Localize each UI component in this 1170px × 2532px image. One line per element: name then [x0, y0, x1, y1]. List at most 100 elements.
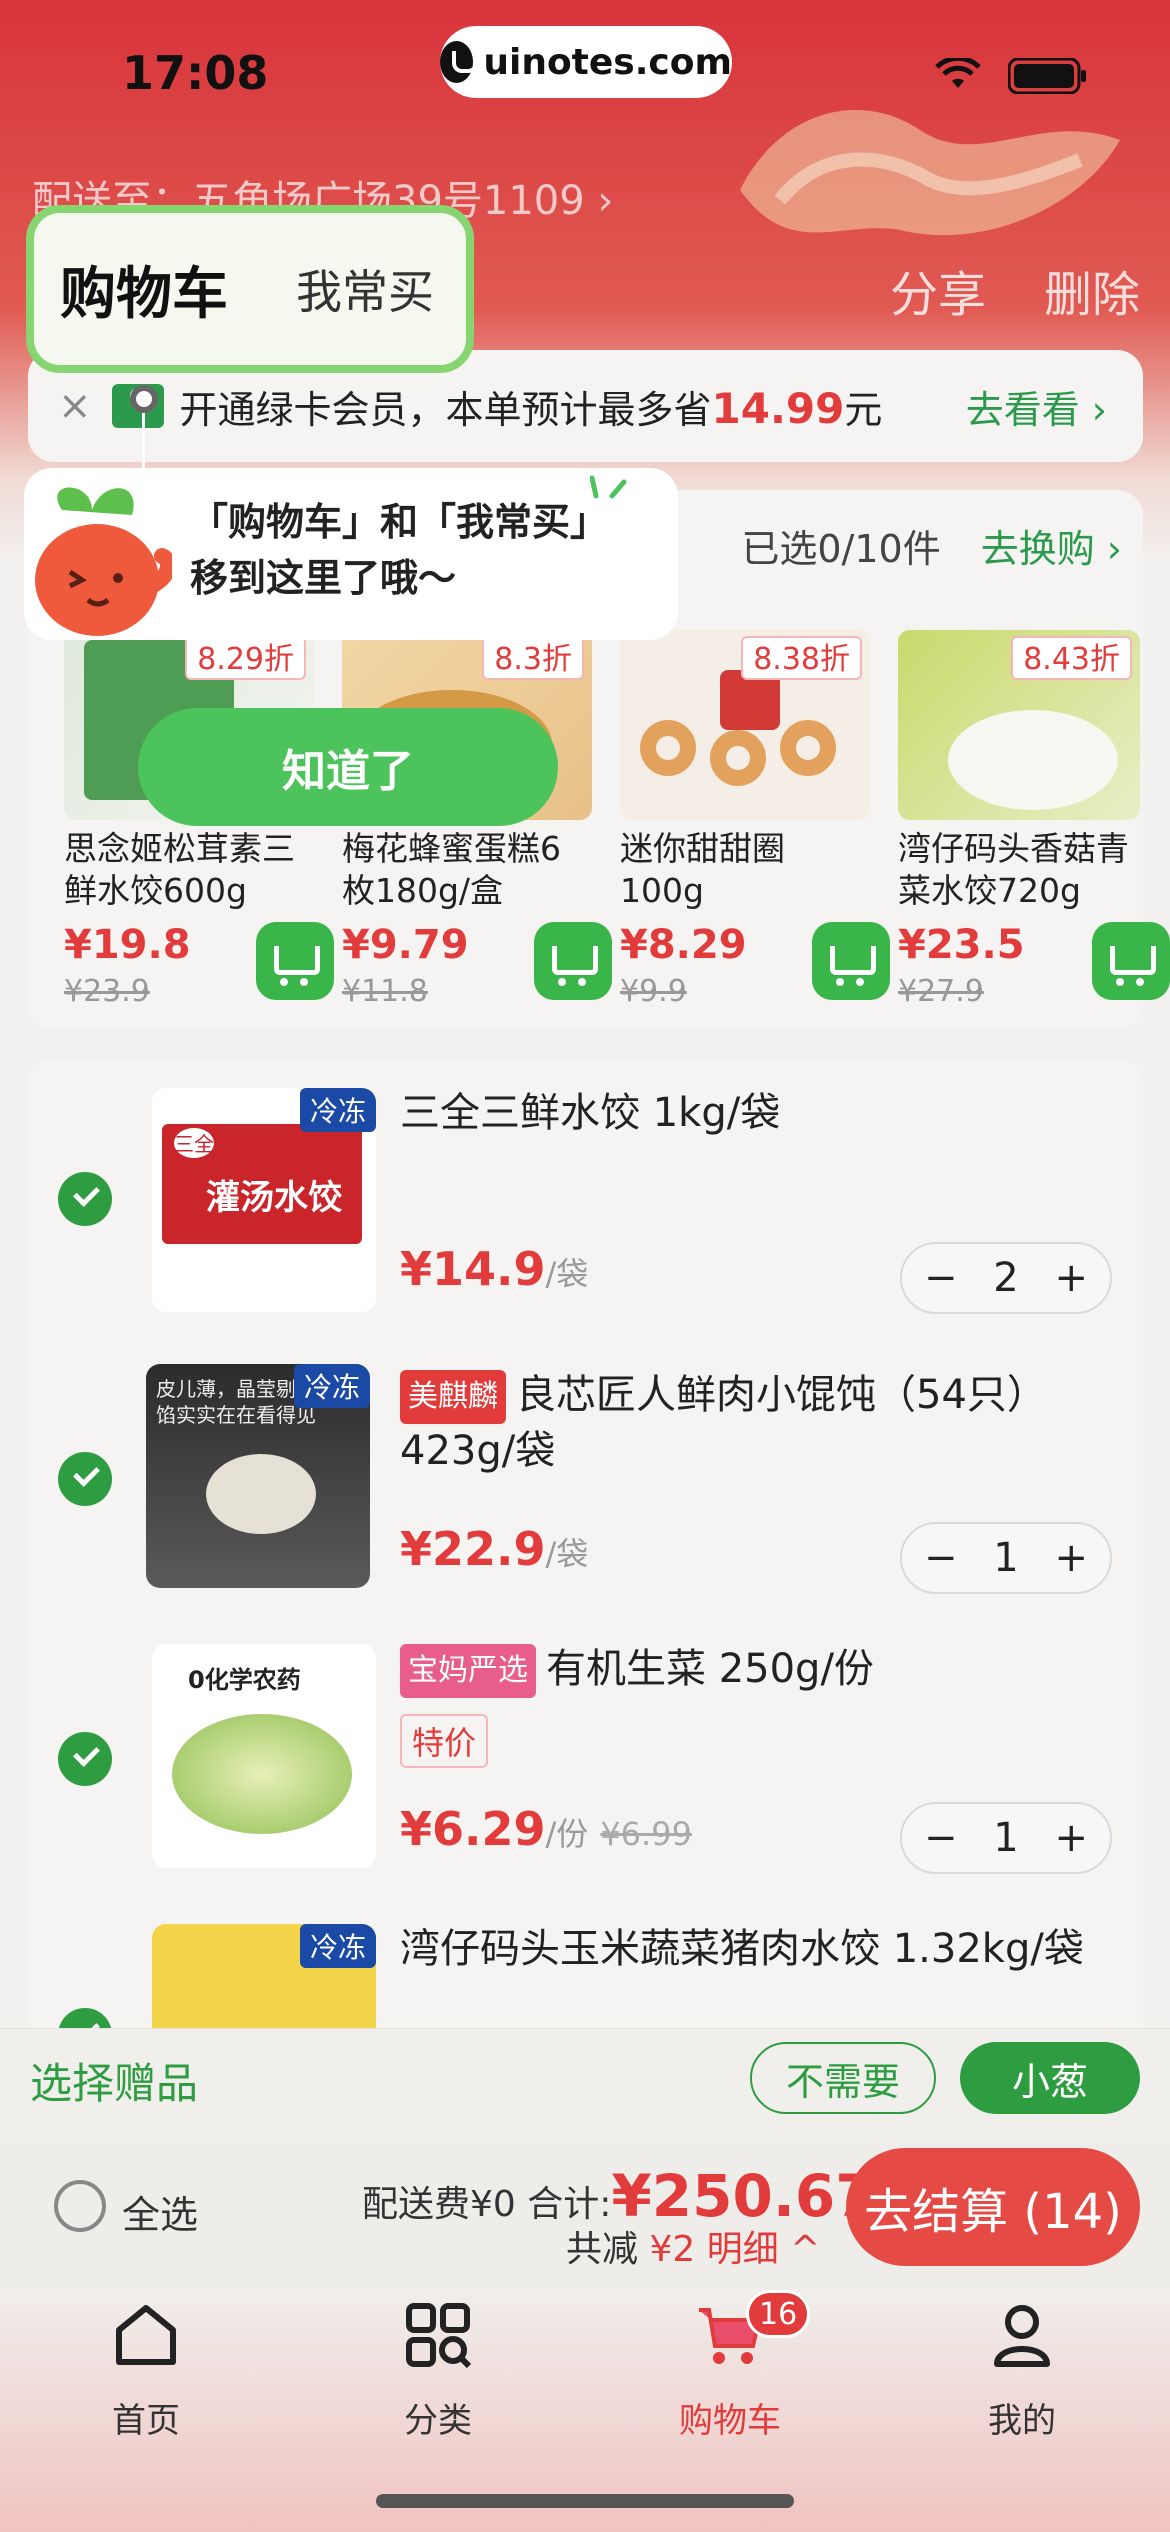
home-indicator: [376, 2494, 794, 2508]
no-gift-button[interactable]: 不需要: [750, 2042, 936, 2114]
discount-tag: 8.38折: [741, 636, 862, 680]
profile-icon: [994, 2305, 1050, 2367]
cart-item[interactable]: 皮儿薄，晶莹剔透 肉馅实实在在看得见 冷冻 美麒麟 良芯匠人鲜肉小馄饨（54只）4…: [28, 1338, 1143, 1618]
frozen-badge: 冷冻: [299, 1088, 376, 1132]
tab-label: 我的: [988, 2401, 1056, 2441]
tab-frequently-bought[interactable]: 我常买: [296, 256, 434, 322]
product-name: 梅花蜂蜜蛋糕6枚180g/盒: [342, 829, 561, 910]
add-to-cart-icon[interactable]: [534, 922, 612, 1000]
thumb-caption-text: 0化学农药: [188, 1666, 301, 1694]
cart-item[interactable]: 0化学农药 宝妈严选 有机生菜 250g/份 特价 ¥6.29/份 ¥6.99 − …: [28, 1618, 1143, 1898]
watermark-text: uinotes.com: [483, 41, 732, 83]
item-checkbox-checked-icon[interactable]: [58, 1732, 112, 1786]
radish-mascot-icon: [35, 487, 172, 636]
minus-icon[interactable]: −: [924, 1815, 958, 1861]
frozen-badge: 冷冻: [299, 1924, 376, 1968]
item-checkbox-checked-icon[interactable]: [58, 2008, 112, 2028]
quantity-stepper[interactable]: − 1 +: [900, 1522, 1112, 1594]
item-price: ¥6.29/份 ¥6.99: [400, 1802, 692, 1856]
tooltip-line-2: 移到这里了哦～: [190, 556, 457, 600]
tab-category[interactable]: 分类: [358, 2300, 518, 2442]
product-image: 8.43折: [898, 630, 1140, 820]
got-it-button[interactable]: 知道了: [138, 708, 558, 826]
tab-home[interactable]: 首页: [66, 2300, 226, 2442]
select-all-label[interactable]: 全选: [122, 2184, 198, 2239]
tab-label: 分类: [404, 2401, 472, 2441]
plus-icon[interactable]: +: [1054, 1815, 1088, 1861]
gift-onion-button[interactable]: 小葱: [960, 2042, 1140, 2114]
vip-save-amount: 14.99: [711, 383, 845, 433]
recommend-product[interactable]: 8.38折 迷你甜甜圈 100g ¥8.29 ¥9.9: [620, 630, 890, 1009]
close-icon[interactable]: ×: [58, 383, 92, 429]
status-bar: 17:08 uinotes.com: [0, 0, 1170, 140]
item-thumbnail[interactable]: 0化学农药: [152, 1644, 376, 1868]
watermark-badge: uinotes.com: [440, 26, 732, 98]
select-all-radio-icon[interactable]: [54, 2180, 106, 2232]
tab-cart[interactable]: 购物车: [60, 249, 228, 330]
item-title[interactable]: 三全三鲜水饺 1kg/袋: [400, 1086, 1100, 1140]
vip-link[interactable]: 去看看 ›: [966, 379, 1107, 434]
cart-count-badge: 16: [746, 2290, 811, 2338]
checkout-button[interactable]: 去结算 (14): [846, 2148, 1140, 2266]
quantity-stepper[interactable]: − 1 +: [900, 1802, 1112, 1874]
wifi-icon: [935, 58, 981, 88]
special-price-tag: 特价: [400, 1714, 489, 1768]
item-title[interactable]: 宝妈严选 有机生菜 250g/份: [400, 1642, 1120, 1698]
item-price: ¥14.9/袋: [400, 1242, 589, 1296]
cart-item[interactable]: 三全 灌汤水饺 冷冻 三全三鲜水饺 1kg/袋 ¥14.9/袋 − 2 +: [28, 1058, 1143, 1338]
choose-gift-label: 选择赠品: [30, 2059, 199, 2108]
item-title[interactable]: 美麒麟 良芯匠人鲜肉小馄饨（54只）423g/袋: [400, 1368, 1120, 1478]
share-button[interactable]: 分享: [890, 255, 986, 325]
vip-text: 开通绿卡会员，本单预计最多省14.99元: [179, 383, 883, 433]
minus-icon[interactable]: −: [924, 1255, 958, 1301]
quantity-value: 1: [993, 1815, 1019, 1861]
header-actions: 分享 删除: [890, 255, 1140, 325]
add-to-cart-icon[interactable]: [1092, 922, 1170, 1000]
item-title[interactable]: 湾仔码头玉米蔬菜猪肉水饺 1.32kg/袋: [400, 1922, 1140, 1976]
quantity-value: 2: [993, 1255, 1019, 1301]
recommend-product[interactable]: 8.43折 湾仔码头香菇青菜水饺720g ¥23.5 ¥27.9: [898, 630, 1170, 1009]
product-image: 8.38折: [620, 630, 870, 820]
quantity-value: 1: [993, 1535, 1019, 1581]
brand-tag: 美麒麟: [400, 1370, 506, 1424]
recommend-selected-count: 已选0/10件: [741, 527, 941, 571]
tab-profile[interactable]: 我的: [942, 2300, 1102, 2442]
item-thumbnail[interactable]: 冷冻: [152, 1924, 376, 2028]
recommend-header: 已选0/10件 去换购 ›: [741, 518, 1122, 573]
delete-button[interactable]: 删除: [1044, 255, 1140, 325]
tab-label: 首页: [112, 2401, 180, 2441]
add-to-cart-icon[interactable]: [812, 922, 890, 1000]
thumb-brand-text: 三全: [174, 1128, 214, 1158]
item-checkbox-checked-icon[interactable]: [58, 1172, 112, 1226]
status-time: 17:08: [122, 46, 269, 100]
tooltip-text: 「购物车」和「我常买」 移到这里了哦～: [190, 494, 608, 606]
cart-item[interactable]: 冷冻 湾仔码头玉米蔬菜猪肉水饺 1.32kg/袋: [28, 1898, 1143, 2028]
product-name: 湾仔码头香菇青菜水饺720g: [898, 829, 1129, 910]
add-to-cart-icon[interactable]: [256, 922, 334, 1000]
plus-icon[interactable]: +: [1054, 1255, 1088, 1301]
frozen-badge: 冷冻: [293, 1364, 370, 1408]
quantity-stepper[interactable]: − 2 +: [900, 1242, 1112, 1314]
tooltip-line-1: 「购物车」和「我常买」: [190, 500, 609, 544]
item-checkbox-checked-icon[interactable]: [58, 1452, 112, 1506]
item-price: ¥22.9/袋: [400, 1522, 589, 1576]
item-thumbnail[interactable]: 三全 灌汤水饺 冷冻: [152, 1088, 376, 1312]
product-name: 迷你甜甜圈 100g: [620, 829, 785, 910]
discount-detail[interactable]: 共减 ¥2 明细 ^: [566, 2220, 820, 2272]
tab-label: 购物车: [679, 2401, 781, 2441]
thumb-title-text: 灌汤水饺: [206, 1178, 342, 1218]
item-thumbnail[interactable]: 皮儿薄，晶莹剔透 肉馅实实在在看得见 冷冻: [146, 1364, 370, 1588]
watermark-logo-icon: [440, 41, 479, 83]
swap-link[interactable]: 去换购 ›: [981, 518, 1122, 573]
minus-icon[interactable]: −: [924, 1535, 958, 1581]
product-name: 思念姬松茸素三鲜水饺600g: [64, 829, 295, 910]
discount-tag: 8.3折: [482, 636, 584, 680]
battery-icon: [1008, 58, 1086, 94]
discount-tag: 8.43折: [1011, 636, 1132, 680]
plus-icon[interactable]: +: [1054, 1535, 1088, 1581]
tooltip-pointer-dot: [130, 385, 158, 413]
home-icon: [116, 2305, 176, 2365]
discount-tag: 8.29折: [185, 636, 306, 680]
cart-tab-switcher: 购物车 我常买: [26, 205, 474, 373]
category-icon: [406, 2303, 472, 2369]
